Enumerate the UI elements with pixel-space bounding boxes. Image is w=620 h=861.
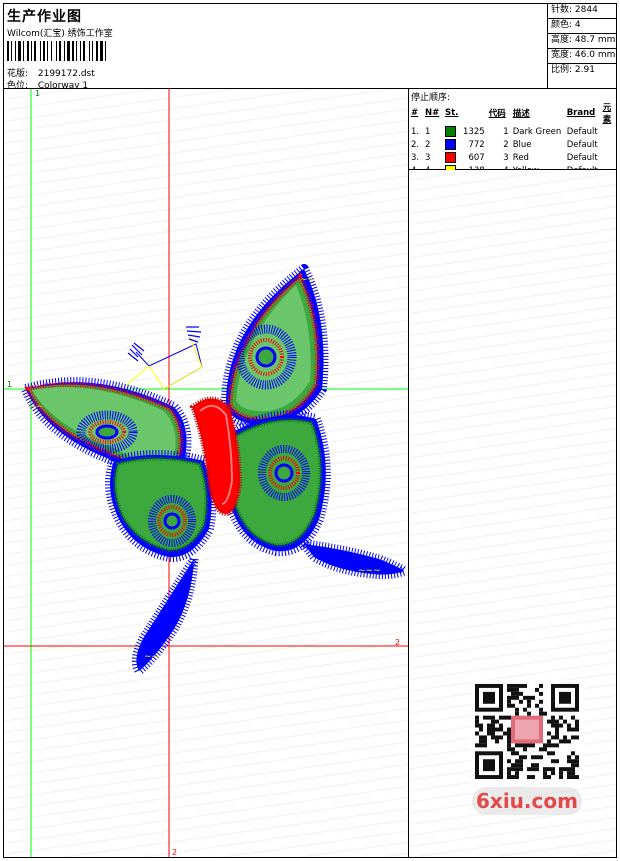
antenna-right [186,326,202,343]
guide-label-bottom-2: 2 [172,848,177,857]
lower-left-wing: ~~ [105,450,217,678]
table-header-row: # N# St. 代码 描述 Brand 元素 [409,101,616,125]
col-st: St. [445,108,459,118]
col-n: N# [425,108,440,118]
guide-label-top-1: 1 [35,89,40,98]
stat-stitches: 针数: 2844 [548,4,617,19]
upper-right-wing: ~~ [220,264,329,430]
color-swatch [445,152,456,163]
company-name: Wilcom(汇宝) 绣饰工作室 [7,29,113,39]
col-code: 代码 [488,109,506,119]
embroidery-preview: 1 1 2 2 ~~ ~~ ~~~ ~~ [4,89,408,857]
barcode [7,41,106,61]
col-num: # [411,108,419,118]
design-canvas: 1 1 2 2 ~~ ~~ ~~~ ~~ [4,89,408,857]
stop-sequence-table: # N# St. 代码 描述 Brand 元素 1. 1 1325 1 Dark… [409,101,616,177]
stat-height: 高度: 48.7 mm [548,34,617,49]
guide-label-right-2: 2 [395,638,400,647]
table-row: 3. 3 607 3 Red Default [411,152,598,163]
qr-code[interactable] [471,680,583,783]
lower-right-wing: ~~~ [221,410,408,580]
stat-colors: 颜色: 4 [548,19,617,34]
color-swatch [445,139,456,150]
color-swatch [445,126,456,137]
svg-text:~~: ~~ [28,402,43,412]
col-element: 元素 [602,103,612,125]
stats-panel: 针数: 2844 颜色: 4 高度: 48.7 mm 宽度: 46.0 mm 比… [547,4,617,88]
table-row: 2. 2 772 2 Blue Default [411,139,598,150]
stat-scale: 比例: 2.91 [551,65,595,75]
guide-label-left-1: 1 [7,380,12,389]
stop-sequence-panel: 停止顺序: # N# St. 代码 描述 Brand 元素 1. 1 1325 … [409,89,616,176]
page-title: 生产作业图 [7,9,82,25]
col-desc: 描述 [512,109,530,119]
svg-text:~~~: ~~~ [358,566,381,576]
header: 生产作业图 Wilcom(汇宝) 绣饰工作室 花版: 2199172.dst 色… [4,4,547,91]
svg-text:~~: ~~ [144,652,159,662]
butterfly-embroidery: ~~ ~~ ~~~ ~~ [21,264,408,678]
watermark-text: 6xiu.com [476,789,578,813]
table-row: 1. 1 1325 1 Dark Green Default [411,126,598,137]
col-brand: Brand [566,108,596,118]
stat-width: 宽度: 46.0 mm [548,49,617,64]
svg-text:~~: ~~ [300,275,315,285]
